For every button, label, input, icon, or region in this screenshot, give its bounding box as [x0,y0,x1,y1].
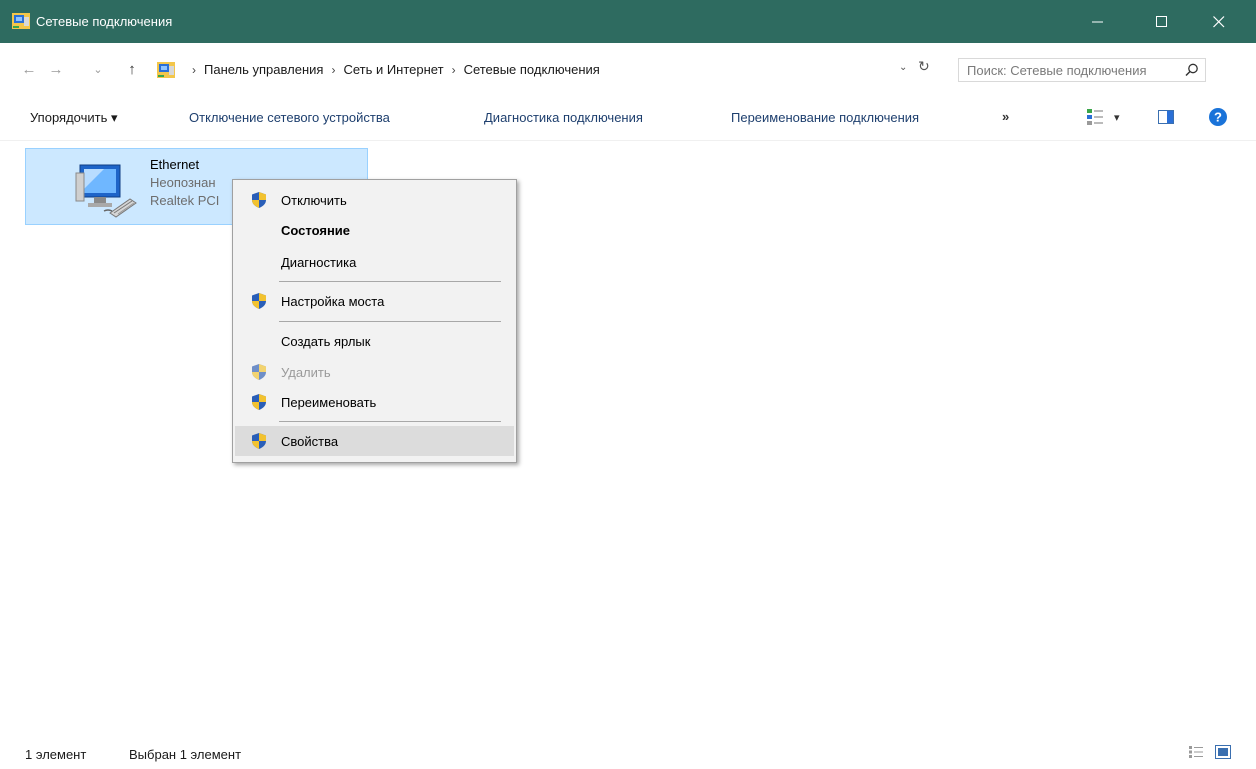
search-box[interactable]: Поиск: Сетевые подключения [958,58,1206,82]
diagnose-connection-button[interactable]: Диагностика подключения [484,110,643,125]
help-icon: ? [1209,108,1227,126]
change-view-button[interactable]: ▾ [1086,107,1120,127]
view-details-icon [1087,109,1103,125]
address-row: ← → ⌄ ↑ › Панель управления › Сеть и Инт… [0,43,1256,95]
close-icon [1213,15,1225,27]
menu-item-label: Создать ярлык [281,333,371,349]
menu-separator [279,321,501,322]
menu-separator [279,281,501,282]
menu-item-status[interactable]: Состояние [235,215,514,245]
maximize-button[interactable] [1139,0,1185,43]
help-button[interactable]: ? [1208,107,1228,127]
uac-shield-icon [252,293,266,309]
item-count: 1 элемент [25,747,87,762]
large-icons-view-button[interactable] [1215,745,1231,762]
up-button[interactable]: ↑ [124,59,140,79]
address-dropdown-icon[interactable]: ⌄ [899,62,907,73]
menu-item-label: Диагностика [281,254,357,270]
menu-item-label: Удалить [281,364,331,380]
uac-shield-icon [252,394,266,410]
rename-connection-button[interactable]: Переименование подключения [731,110,919,125]
svg-text:?: ? [1214,110,1222,125]
command-bar: Упорядочить ▾ Отключение сетевого устрой… [0,95,1256,141]
preview-pane-button[interactable] [1158,107,1174,127]
menu-item-rename[interactable]: Переименовать [235,387,514,417]
network-connections-app-icon [12,13,30,29]
window-title: Сетевые подключения [36,14,173,29]
breadcrumb-network-connections[interactable]: Сетевые подключения [464,62,600,77]
menu-item-disable[interactable]: Отключить [235,185,514,215]
title-bar[interactable]: Сетевые подключения [0,0,1256,43]
close-button[interactable] [1196,0,1242,43]
minimize-button[interactable] [1075,0,1121,43]
large-icons-view-icon [1215,745,1231,759]
breadcrumb-separator[interactable]: › [452,63,456,77]
connection-status: Неопознан [150,175,216,190]
breadcrumb-separator: › [192,62,196,77]
recent-locations-button[interactable]: ⌄ [92,59,104,79]
view-dropdown-icon: ▾ [1114,111,1120,124]
forward-arrow-icon: → [48,60,64,78]
search-placeholder: Поиск: Сетевые подключения [967,62,1147,78]
breadcrumb-separator[interactable]: › [331,63,335,77]
network-connections-icon [157,61,175,78]
maximize-icon [1156,15,1167,27]
connection-device: Realtek PCI [150,193,220,208]
menu-item-label: Состояние [281,222,351,238]
menu-item-label: Отключить [281,192,347,208]
connection-name: Ethernet [150,157,200,172]
menu-item-create-shortcut[interactable]: Создать ярлык [235,326,514,356]
preview-pane-icon [1158,110,1174,124]
menu-item-label: Настройка моста [281,293,385,309]
menu-item-label: Свойства [281,433,339,449]
menu-item-diagnostics[interactable]: Диагностика [235,247,514,277]
menu-item-delete: Удалить [235,357,514,387]
organize-button[interactable]: Упорядочить ▾ [30,110,118,126]
search-icon [1185,63,1198,77]
uac-shield-icon [252,192,266,208]
breadcrumb-network-internet[interactable]: Сеть и Интернет [343,62,443,77]
disable-device-button[interactable]: Отключение сетевого устройства [189,110,390,125]
selection-count: Выбран 1 элемент [129,747,242,762]
up-arrow-icon: ↑ [128,60,136,78]
status-bar: 1 элемент Выбран 1 элемент [0,737,1256,769]
context-menu: Отключить Состояние Диагностика Настройк… [232,179,517,463]
breadcrumb-control-panel[interactable]: Панель управления [204,62,323,77]
menu-item-label: Переименовать [281,394,377,410]
explorer-window: Сетевые подключения ← → ⌄ ↑ › Панель упр… [0,0,1256,769]
address-bar[interactable]: › Панель управления › Сеть и Интернет › … [153,58,948,81]
uac-shield-icon [252,364,266,380]
details-view-icon [1189,746,1203,758]
refresh-icon[interactable]: ↻ [918,58,930,75]
menu-item-bridge[interactable]: Настройка моста [235,286,514,316]
back-arrow-icon: ← [21,60,37,78]
connections-view[interactable]: Ethernet Неопознан Realtek PCI [0,141,1256,737]
back-button[interactable]: ← [20,59,38,79]
details-view-button[interactable] [1188,745,1204,762]
minimize-icon [1092,21,1103,22]
network-adapter-icon [75,164,137,218]
forward-button[interactable]: → [47,59,65,79]
menu-separator [279,421,501,422]
chevron-down-icon: ⌄ [93,63,103,76]
uac-shield-icon [252,433,266,449]
more-commands-button[interactable]: » [1002,109,1009,124]
menu-item-properties[interactable]: Свойства [235,426,514,456]
